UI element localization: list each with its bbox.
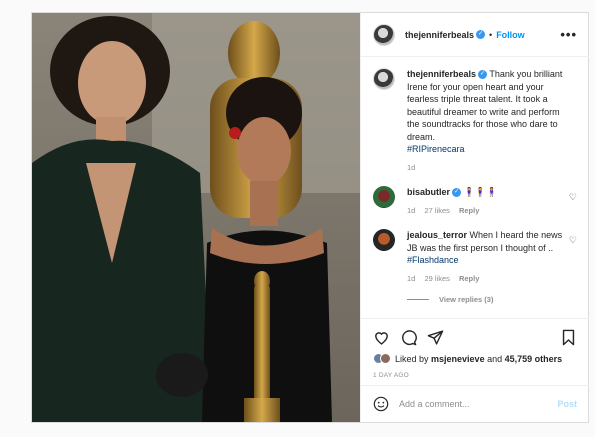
- comment-username[interactable]: jealous_terror: [407, 230, 467, 240]
- comment-item: jealous_terror When I heard the news JB …: [373, 229, 577, 285]
- comment-likes[interactable]: 29 likes: [424, 274, 449, 283]
- reply-button[interactable]: Reply: [459, 206, 479, 215]
- like-comment-heart-icon[interactable]: ♡: [569, 192, 577, 203]
- more-options-button[interactable]: •••: [560, 27, 577, 42]
- caption-avatar[interactable]: [373, 68, 395, 90]
- owner-username[interactable]: thejenniferbeals: [405, 30, 474, 40]
- comment-icon[interactable]: [400, 329, 417, 346]
- comment-time: 1d: [407, 205, 416, 215]
- post-dialog: thejenniferbeals ✓ • Follow ••• thejenni…: [31, 12, 589, 423]
- view-replies-label: View replies (3): [439, 295, 494, 304]
- divider-line: [407, 299, 429, 300]
- add-comment-bar: Add a comment... Post: [361, 385, 589, 422]
- post-timestamp: 1 DAY AGO: [373, 372, 409, 379]
- comment-emojis: 🧍‍♀️🧍‍♀️🧍‍♀️: [463, 187, 498, 197]
- liked-by-user[interactable]: msjenevieve: [431, 354, 485, 364]
- post-photo[interactable]: [32, 13, 360, 422]
- caption-hashtag[interactable]: #RIPirenecara: [407, 144, 465, 154]
- heart-icon[interactable]: [373, 329, 390, 346]
- post-actions: Liked by msjenevieve and 45,759 others 1…: [361, 318, 589, 379]
- comment-avatar[interactable]: [373, 186, 395, 208]
- liker-avatar: [380, 353, 391, 364]
- comment-time: 1d: [407, 273, 416, 283]
- emoji-icon[interactable]: [373, 396, 389, 412]
- liked-by-prefix: Liked by: [395, 353, 432, 364]
- comment-hashtag[interactable]: #Flashdance: [407, 255, 459, 265]
- caption-text: Thank you brilliant Irene for your open …: [407, 69, 563, 142]
- separator-dot: •: [489, 29, 493, 40]
- post-sidebar: thejenniferbeals ✓ • Follow ••• thejenni…: [360, 13, 589, 422]
- owner-avatar[interactable]: [373, 23, 395, 46]
- bookmark-icon[interactable]: [560, 329, 577, 346]
- comment-input[interactable]: Add a comment...: [399, 399, 557, 409]
- post-button[interactable]: Post: [557, 399, 577, 409]
- view-replies-button[interactable]: View replies (3): [407, 295, 577, 304]
- post-header: thejenniferbeals ✓ • Follow •••: [361, 13, 589, 57]
- comment-username[interactable]: bisabutler: [407, 187, 450, 197]
- comment-item: bisabutler ✓ 🧍‍♀️🧍‍♀️🧍‍♀️ 1d 27 likes Rep…: [373, 186, 577, 217]
- liked-by-others[interactable]: 45,759 others: [505, 354, 563, 364]
- post-image: [32, 13, 360, 422]
- follow-button[interactable]: Follow: [496, 30, 525, 40]
- liked-by-and: and: [484, 353, 505, 364]
- liked-by[interactable]: Liked by msjenevieve and 45,759 others: [373, 353, 577, 364]
- caption-time: 1d: [407, 162, 416, 172]
- verified-icon: ✓: [452, 188, 462, 198]
- comment-likes[interactable]: 27 likes: [424, 206, 449, 215]
- caption: thejenniferbeals ✓ Thank you brilliant Ir…: [373, 68, 577, 174]
- verified-icon: ✓: [478, 70, 488, 80]
- share-icon[interactable]: [427, 329, 444, 346]
- verified-icon: ✓: [476, 30, 486, 39]
- comment-avatar[interactable]: [373, 229, 395, 251]
- comments-list[interactable]: thejenniferbeals ✓ Thank you brilliant Ir…: [361, 58, 589, 318]
- like-comment-heart-icon[interactable]: ♡: [569, 235, 577, 246]
- reply-button[interactable]: Reply: [459, 274, 479, 283]
- caption-username[interactable]: thejenniferbeals: [407, 69, 476, 79]
